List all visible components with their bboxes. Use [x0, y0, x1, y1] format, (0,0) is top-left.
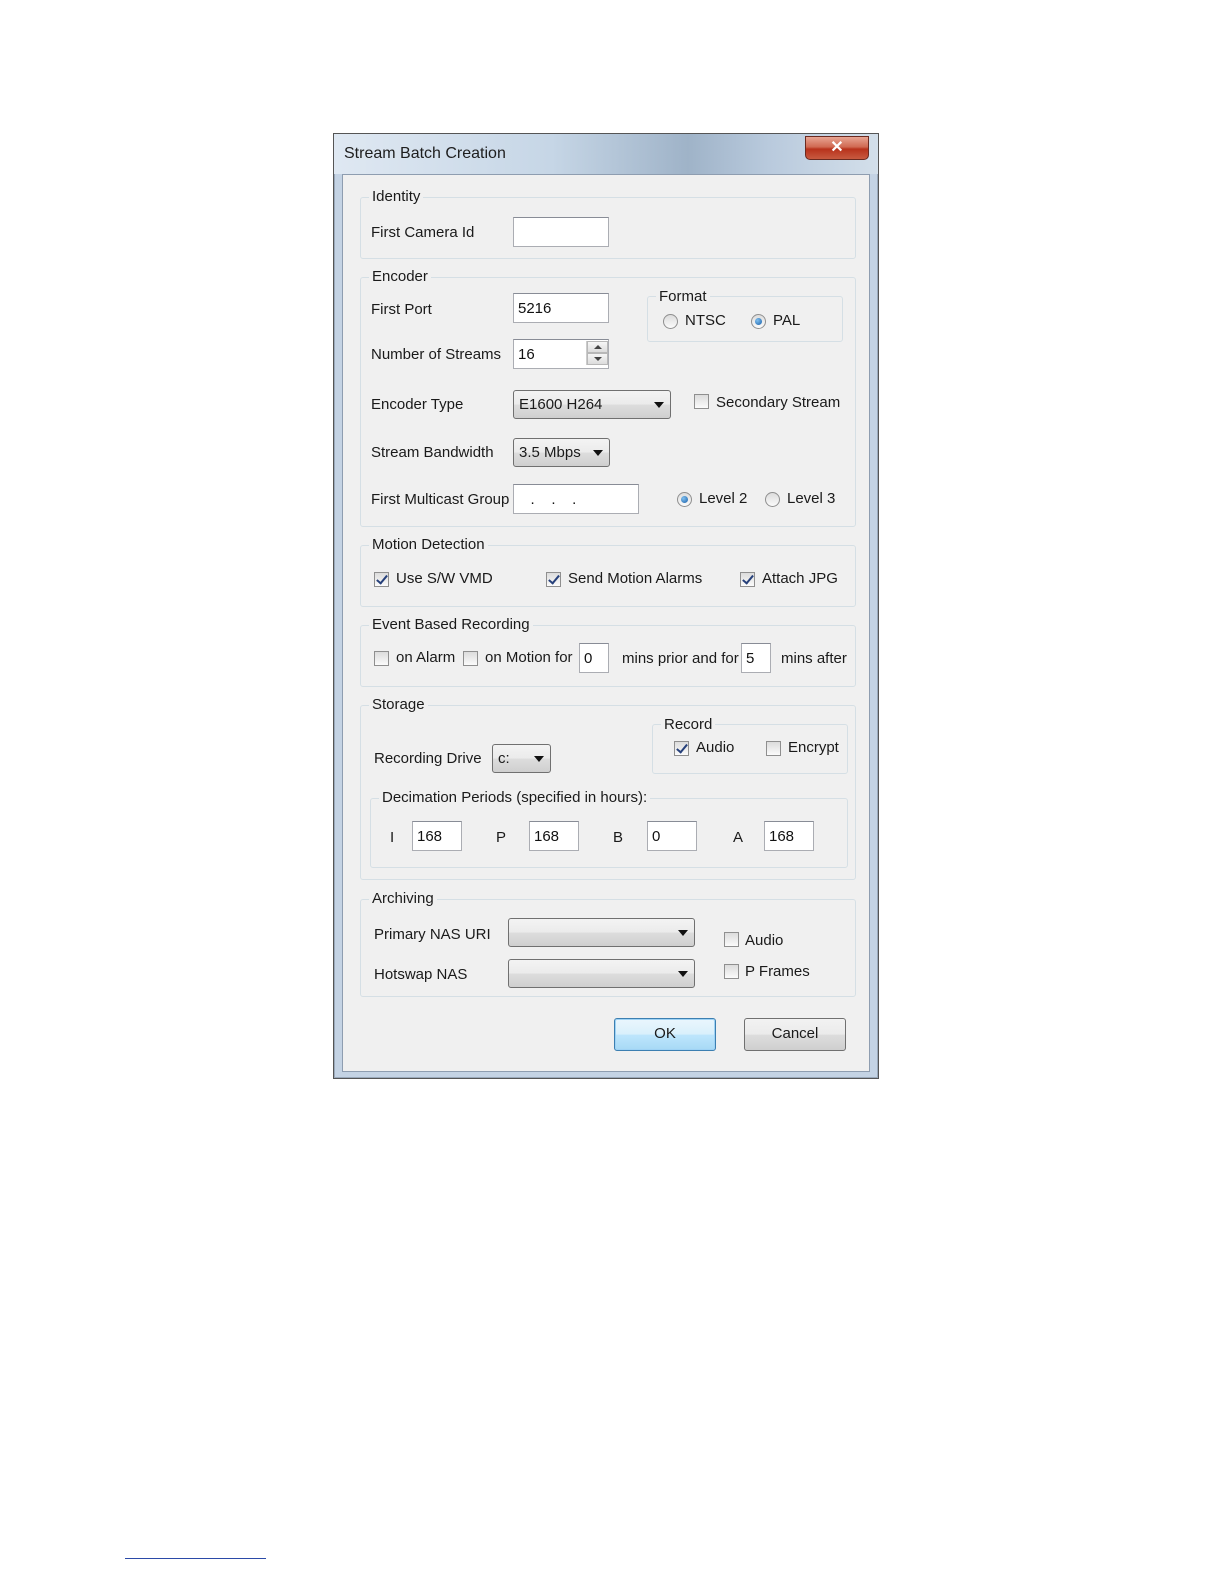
on-motion-checkbox[interactable] [463, 651, 478, 666]
chevron-down-icon [678, 930, 688, 936]
format-pal-label: PAL [773, 312, 801, 329]
cancel-button[interactable]: Cancel [744, 1018, 846, 1051]
footnote-rule [125, 1558, 266, 1559]
storage-group: Storage Recording Drive c: Record Audio … [360, 696, 856, 880]
chevron-down-icon [678, 971, 688, 977]
level2-label: Level 2 [699, 490, 748, 507]
recording-drive-value: c: [498, 750, 510, 767]
chevron-down-icon [593, 450, 603, 456]
mins-prior-label: mins prior and for [622, 650, 739, 667]
send-motion-alarms-label: Send Motion Alarms [568, 570, 703, 587]
on-alarm-label: on Alarm [396, 649, 456, 666]
send-motion-alarms-checkbox[interactable] [546, 572, 561, 587]
level2-radio[interactable] [677, 492, 692, 507]
title-bar[interactable]: Stream Batch Creation ✕ [334, 134, 878, 174]
storage-legend: Storage [369, 696, 428, 714]
format-ntsc-radio[interactable] [663, 314, 678, 329]
archive-pframes-label: P Frames [745, 963, 810, 980]
record-encrypt-checkbox[interactable] [766, 741, 781, 756]
recording-drive-select[interactable]: c: [492, 744, 551, 773]
first-multicast-group-label: First Multicast Group [371, 491, 510, 508]
decimation-periods-group: Decimation Periods (specified in hours):… [370, 789, 848, 868]
hotswap-nas-select[interactable] [508, 959, 695, 988]
decimation-i-label: I [390, 829, 395, 846]
on-motion-label: on Motion for [485, 649, 573, 666]
attach-jpg-label: Attach JPG [762, 570, 838, 587]
record-audio-checkbox[interactable] [674, 741, 689, 756]
close-button[interactable]: ✕ [805, 136, 869, 160]
record-legend: Record [661, 716, 716, 734]
chevron-down-icon [654, 402, 664, 408]
secondary-stream-checkbox[interactable] [694, 394, 709, 409]
use-sw-vmd-label: Use S/W VMD [396, 570, 493, 587]
secondary-stream-label: Secondary Stream [716, 394, 841, 411]
decimation-periods-legend: Decimation Periods (specified in hours): [379, 789, 651, 807]
dialog-body: Identity First Camera Id Encoder First P… [342, 174, 870, 1072]
close-icon: ✕ [830, 139, 844, 156]
first-port-label: First Port [371, 301, 432, 318]
record-group: Record Audio Encrypt [652, 716, 848, 774]
stream-bandwidth-select[interactable]: 3.5 Mbps [513, 438, 610, 467]
use-sw-vmd-checkbox[interactable] [374, 572, 389, 587]
dialog-title: Stream Batch Creation [344, 145, 506, 162]
format-pal-radio[interactable] [751, 314, 766, 329]
decimation-p-input[interactable] [529, 821, 579, 851]
encoder-legend: Encoder [369, 268, 431, 286]
identity-group: Identity First Camera Id [360, 188, 856, 259]
recording-drive-label: Recording Drive [374, 750, 482, 767]
first-multicast-group-input[interactable] [513, 484, 639, 514]
primary-nas-uri-select[interactable] [508, 918, 695, 947]
stream-batch-creation-dialog: Stream Batch Creation ✕ Identity First C… [333, 133, 879, 1079]
motion-detection-group: Motion Detection Use S/W VMD Send Motion… [360, 536, 856, 607]
mins-after-label: mins after [781, 650, 847, 667]
event-based-recording-group: Event Based Recording on Alarm on Motion… [360, 616, 856, 687]
format-ntsc-label: NTSC [685, 312, 726, 329]
number-of-streams-label: Number of Streams [371, 346, 502, 363]
level3-label: Level 3 [787, 490, 836, 507]
attach-jpg-checkbox[interactable] [740, 572, 755, 587]
decimation-b-label: B [613, 829, 624, 846]
stream-bandwidth-value: 3.5 Mbps [519, 444, 581, 461]
ok-button[interactable]: OK [614, 1018, 716, 1051]
record-encrypt-label: Encrypt [788, 739, 839, 756]
format-group: Format NTSC PAL [647, 288, 843, 342]
decimation-i-input[interactable] [412, 821, 462, 851]
first-port-input[interactable] [513, 293, 609, 323]
identity-legend: Identity [369, 188, 424, 206]
decimation-a-label: A [733, 829, 744, 846]
archive-audio-checkbox[interactable] [724, 932, 739, 947]
mins-after-input[interactable] [741, 643, 771, 673]
encoder-group: Encoder First Port Format NTSC PAL Numbe… [360, 268, 856, 527]
on-alarm-checkbox[interactable] [374, 651, 389, 666]
archive-audio-label: Audio [745, 932, 784, 949]
format-legend: Format [656, 288, 710, 306]
first-camera-id-input[interactable] [513, 217, 609, 247]
record-audio-label: Audio [696, 739, 735, 756]
archive-pframes-checkbox[interactable] [724, 964, 739, 979]
encoder-type-value: E1600 H264 [519, 396, 603, 413]
encoder-type-select[interactable]: E1600 H264 [513, 390, 671, 419]
decimation-p-label: P [496, 829, 507, 846]
stream-bandwidth-label: Stream Bandwidth [371, 444, 494, 461]
decimation-a-input[interactable] [764, 821, 814, 851]
archiving-legend: Archiving [369, 890, 437, 908]
encoder-type-label: Encoder Type [371, 396, 464, 413]
spin-down-icon[interactable] [587, 353, 608, 365]
motion-detection-legend: Motion Detection [369, 536, 488, 554]
spin-up-icon[interactable] [587, 341, 608, 353]
first-camera-id-label: First Camera Id [371, 224, 475, 241]
chevron-down-icon [534, 756, 544, 762]
primary-nas-uri-label: Primary NAS URI [374, 926, 491, 943]
event-based-recording-legend: Event Based Recording [369, 616, 533, 634]
hotswap-nas-label: Hotswap NAS [374, 966, 468, 983]
level3-radio[interactable] [765, 492, 780, 507]
archiving-group: Archiving Primary NAS URI Audio Hotswap … [360, 890, 856, 997]
mins-prior-input[interactable] [579, 643, 609, 673]
number-of-streams-stepper[interactable] [586, 341, 608, 365]
decimation-b-input[interactable] [647, 821, 697, 851]
